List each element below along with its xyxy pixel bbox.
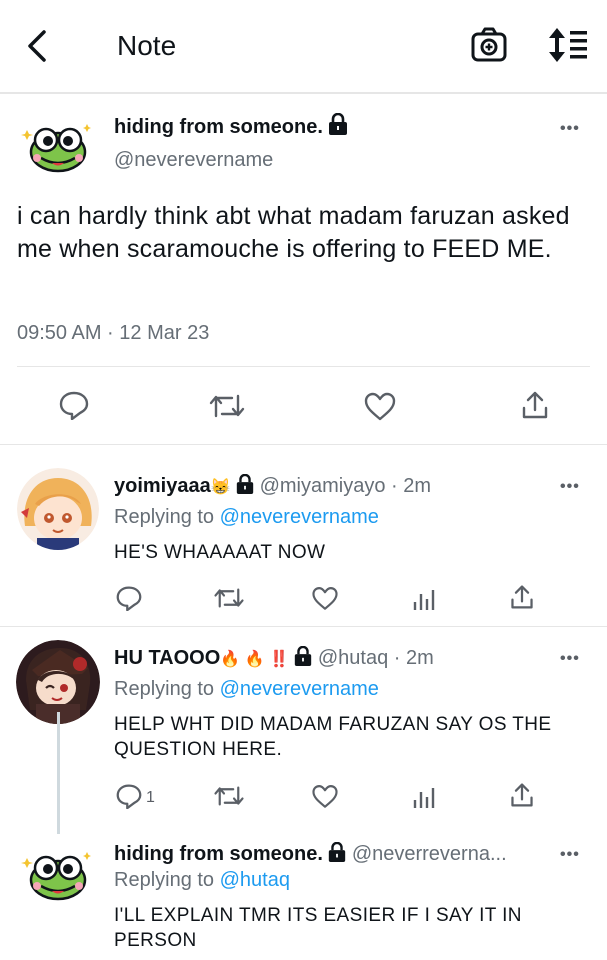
more-icon[interactable]: ••• — [560, 120, 580, 138]
back-icon[interactable] — [20, 28, 56, 64]
lock-icon — [329, 113, 348, 135]
camera-icon[interactable] — [470, 26, 508, 64]
frog-avatar[interactable] — [21, 120, 95, 176]
retweet-icon[interactable] — [213, 586, 245, 610]
reply-author-row: yoimiyaaa😸 @miyamiyayo · 2m — [114, 474, 431, 498]
divider — [0, 626, 607, 627]
replying-to: Replying to @neverevername — [114, 678, 379, 701]
reply-author-row: hiding from someone. @neverreverna... — [114, 842, 507, 866]
reply-handle[interactable]: @hutaq · 2m — [318, 647, 434, 669]
replying-prefix: Replying to — [114, 506, 215, 528]
replying-to: Replying to @neverevername — [114, 506, 379, 529]
emoji: 🔥 🔥 ‼️ — [220, 651, 289, 668]
author-name[interactable]: hiding from someone. — [114, 116, 323, 138]
reply-text: HE'S WHAAAAAT NOW — [114, 542, 326, 563]
retweet-icon[interactable] — [208, 392, 246, 420]
tweet-text: i can hardly think abt what madam faruza… — [17, 202, 570, 263]
replying-to-link[interactable]: @neverevername — [220, 506, 379, 528]
more-icon[interactable]: ••• — [560, 650, 580, 668]
replying-prefix: Replying to — [114, 678, 215, 700]
share-icon[interactable] — [520, 390, 550, 420]
reply-text: I'LL EXPLAIN TMR ITS EASIER IF I SAY IT … — [114, 905, 522, 951]
more-icon[interactable]: ••• — [560, 846, 580, 864]
emoji: 😸 — [210, 479, 231, 496]
reply-text: HELP WHT DID MADAM FARUZAN SAY OS THE QU… — [114, 714, 552, 760]
replying-to: Replying to @hutaq — [114, 869, 290, 892]
analytics-icon[interactable] — [413, 588, 435, 610]
lock-icon — [295, 646, 312, 666]
like-icon[interactable] — [311, 783, 339, 809]
reply-icon[interactable] — [58, 390, 90, 420]
reply-author-name[interactable]: HU TAOOO — [114, 647, 220, 669]
replying-prefix: Replying to — [114, 869, 215, 891]
share-icon[interactable] — [509, 584, 535, 610]
timestamp: 09:50 AM · 12 Mar 23 — [17, 322, 210, 344]
reply-icon[interactable] — [115, 783, 143, 809]
yoimiya-avatar[interactable] — [17, 468, 99, 550]
sort-icon[interactable] — [546, 26, 588, 64]
lock-icon — [329, 842, 346, 862]
share-icon[interactable] — [509, 782, 535, 808]
reply-count: 1 — [146, 789, 155, 806]
more-icon[interactable]: ••• — [560, 478, 580, 496]
top-bar: Note — [0, 0, 607, 94]
reply-handle[interactable]: @miyamiyayo · 2m — [260, 475, 431, 497]
reply-icon[interactable] — [115, 585, 143, 611]
analytics-icon[interactable] — [413, 786, 435, 808]
lock-icon — [236, 474, 254, 494]
divider — [17, 366, 590, 367]
reply-author-row: HU TAOOO🔥 🔥 ‼️ @hutaq · 2m — [114, 646, 434, 670]
thread-line — [57, 712, 60, 834]
page-title: Note — [117, 30, 177, 61]
author-row: hiding from someone. — [114, 113, 349, 139]
retweet-icon[interactable] — [213, 784, 245, 808]
like-icon[interactable] — [363, 391, 397, 421]
reply-author-name[interactable]: hiding from someone. — [114, 843, 323, 865]
replying-to-link[interactable]: @hutaq — [220, 869, 290, 891]
like-icon[interactable] — [311, 585, 339, 611]
divider — [0, 444, 607, 445]
author-handle[interactable]: @neverevername — [114, 149, 273, 172]
frog-avatar[interactable] — [21, 848, 95, 904]
reply-author-name[interactable]: yoimiyaaa — [114, 475, 211, 497]
replying-to-link[interactable]: @neverevername — [220, 678, 379, 700]
reply-handle[interactable]: @neverreverna... — [352, 843, 507, 865]
